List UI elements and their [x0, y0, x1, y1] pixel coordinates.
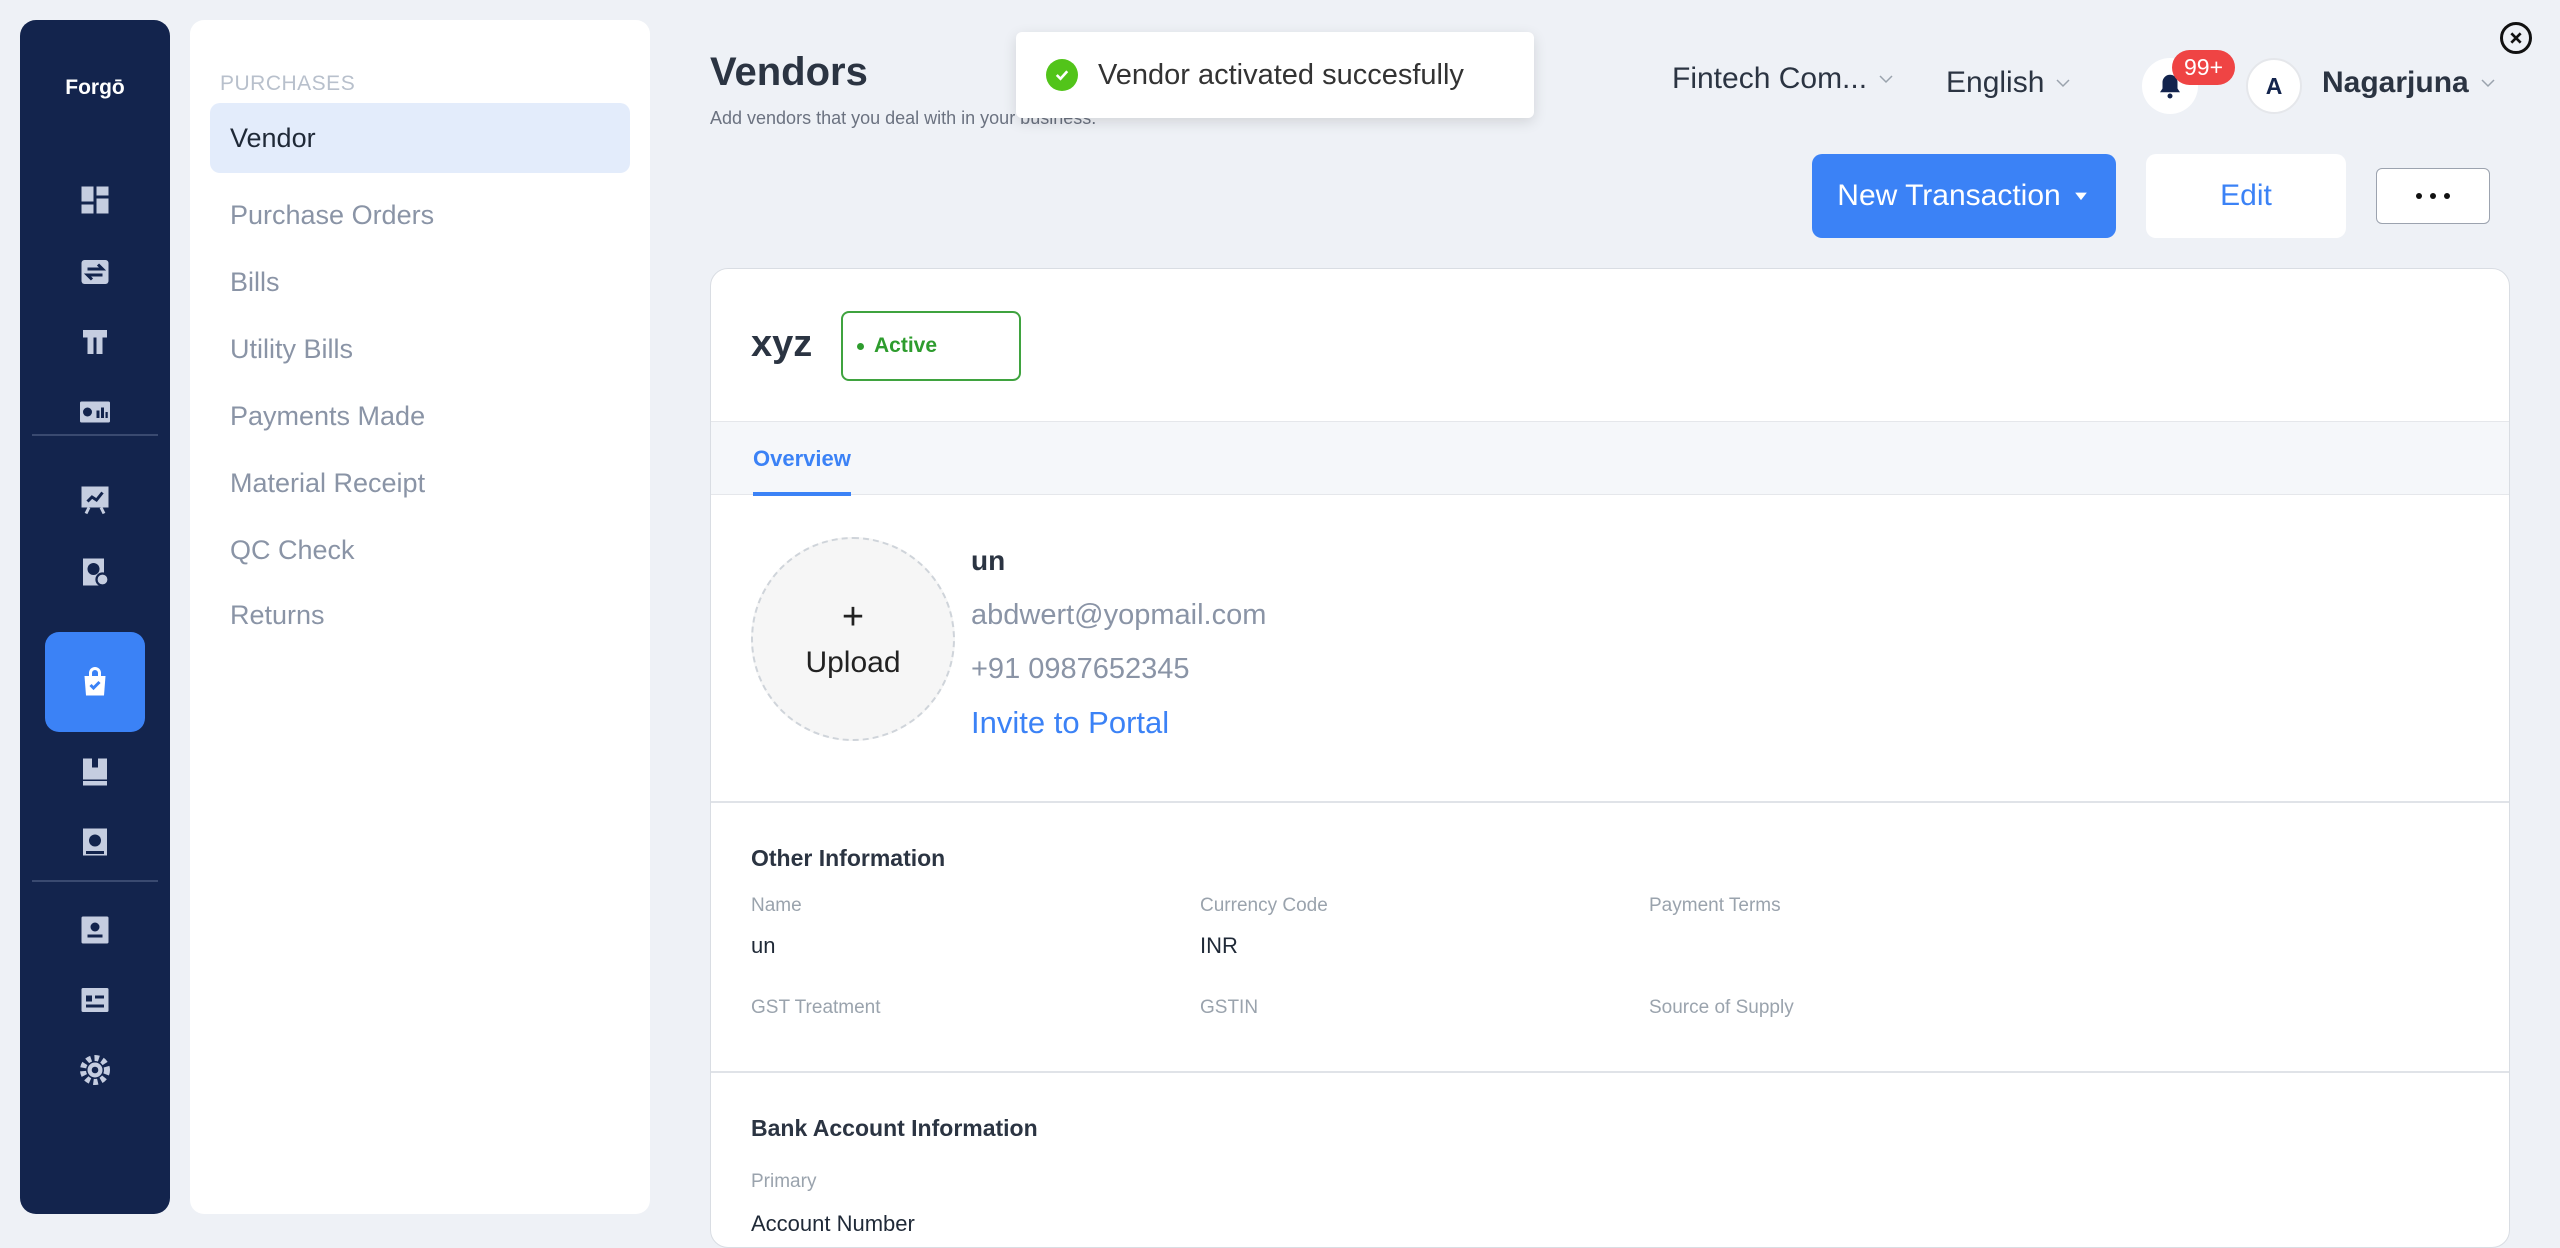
- field-value-currency-code: INR: [1200, 933, 1238, 958]
- chevron-down-icon: [2481, 79, 2495, 88]
- status-badge: Active: [841, 311, 1021, 381]
- contact-name: un: [971, 545, 1006, 576]
- close-icon[interactable]: [2500, 22, 2532, 54]
- accounting-icon[interactable]: [73, 820, 117, 864]
- toast-message: Vendor activated succesfully: [1098, 58, 1464, 91]
- dashboard-icon[interactable]: [73, 178, 117, 222]
- field-value-name: un: [751, 933, 776, 958]
- rail-divider: [32, 880, 158, 882]
- contact-email: abdwert@yopmail.com: [971, 599, 1267, 631]
- notification-count-badge: 99+: [2172, 50, 2236, 85]
- vendor-detail-card: xyz Active Overview + Upload un abdwert@…: [710, 268, 2510, 1248]
- purchases-subnav: PURCHASES Vendor Purchase Orders Bills U…: [190, 20, 650, 1214]
- subnav-item-material-receipt[interactable]: Material Receipt: [210, 448, 630, 518]
- subnav-item-vendor[interactable]: Vendor: [210, 103, 630, 173]
- subnav-item-returns[interactable]: Returns: [210, 580, 630, 650]
- vendor-tabs: Overview: [711, 421, 2509, 496]
- upload-label: Upload: [805, 646, 901, 679]
- caret-down-icon: [2074, 192, 2087, 201]
- status-dot-icon: [857, 342, 864, 350]
- chevron-down-icon: [1879, 75, 1893, 84]
- field-label-gstin: GSTIN: [1200, 997, 1259, 1018]
- analytics-icon[interactable]: [73, 550, 117, 594]
- app-rail: Forgō: [20, 20, 170, 1214]
- user-name: Nagarjuna: [2322, 66, 2469, 99]
- subnav-item-purchase-orders[interactable]: Purchase Orders: [210, 180, 630, 250]
- chevron-down-icon: [2056, 79, 2070, 88]
- subnav-item-utility-bills[interactable]: Utility Bills: [210, 314, 630, 384]
- edit-button[interactable]: Edit: [2146, 154, 2346, 238]
- transactions-icon[interactable]: [73, 250, 117, 294]
- page-title: Vendors: [710, 50, 868, 94]
- new-transaction-button[interactable]: New Transaction: [1812, 154, 2116, 238]
- bank-account-information-title: Bank Account Information: [751, 1115, 1038, 1141]
- items-icon[interactable]: [73, 320, 117, 364]
- upload-logo-button[interactable]: + Upload: [751, 537, 955, 741]
- field-label-currency-code: Currency Code: [1200, 895, 1328, 916]
- field-label-source-of-supply: Source of Supply: [1649, 997, 1794, 1018]
- contacts-icon[interactable]: [73, 908, 117, 952]
- field-label-payment-terms: Payment Terms: [1649, 895, 1781, 916]
- brand-logo[interactable]: Forgō: [20, 76, 170, 100]
- success-toast: Vendor activated succesfully: [1016, 32, 1534, 118]
- other-information-title: Other Information: [751, 845, 946, 871]
- bank-account-number-label: Account Number: [751, 1211, 915, 1236]
- language-selector[interactable]: English: [1946, 66, 2072, 100]
- more-options-button[interactable]: [2376, 168, 2490, 224]
- more-dot-icon: [2430, 193, 2436, 199]
- user-menu[interactable]: Nagarjuna: [2322, 66, 2497, 100]
- company-name: Fintech Com...: [1672, 62, 1868, 95]
- more-dot-icon: [2416, 193, 2422, 199]
- vendor-name: xyz: [751, 323, 813, 365]
- avatar[interactable]: A: [2246, 58, 2302, 114]
- more-dot-icon: [2444, 193, 2450, 199]
- subnav-item-bills[interactable]: Bills: [210, 247, 630, 317]
- bank-primary-label: Primary: [751, 1171, 817, 1192]
- subnav-item-qc-check[interactable]: QC Check: [210, 515, 630, 585]
- rail-divider: [32, 434, 158, 436]
- invite-to-portal-link[interactable]: Invite to Portal: [971, 705, 1169, 741]
- company-selector[interactable]: Fintech Com...: [1672, 62, 1895, 96]
- sales-icon[interactable]: [73, 478, 117, 522]
- tab-overview[interactable]: Overview: [753, 422, 851, 496]
- purchases-icon[interactable]: [45, 632, 145, 732]
- subnav-heading: PURCHASES: [220, 72, 356, 95]
- status-label: Active: [874, 334, 938, 357]
- field-label-name: Name: [751, 895, 802, 916]
- check-circle-icon: [1046, 59, 1078, 91]
- plus-icon: +: [841, 596, 865, 638]
- subnav-item-payments-made[interactable]: Payments Made: [210, 381, 630, 451]
- inventory-icon[interactable]: [73, 750, 117, 794]
- contact-phone: +91 0987652345: [971, 653, 1190, 685]
- documents-icon[interactable]: [73, 978, 117, 1022]
- settings-icon[interactable]: [73, 1048, 117, 1092]
- reports-icon[interactable]: [73, 390, 117, 434]
- section-divider: [711, 1071, 2509, 1073]
- section-divider: [711, 801, 2509, 803]
- field-label-gst-treatment: GST Treatment: [751, 997, 881, 1018]
- language-label: English: [1946, 66, 2045, 99]
- new-transaction-label: New Transaction: [1837, 179, 2061, 212]
